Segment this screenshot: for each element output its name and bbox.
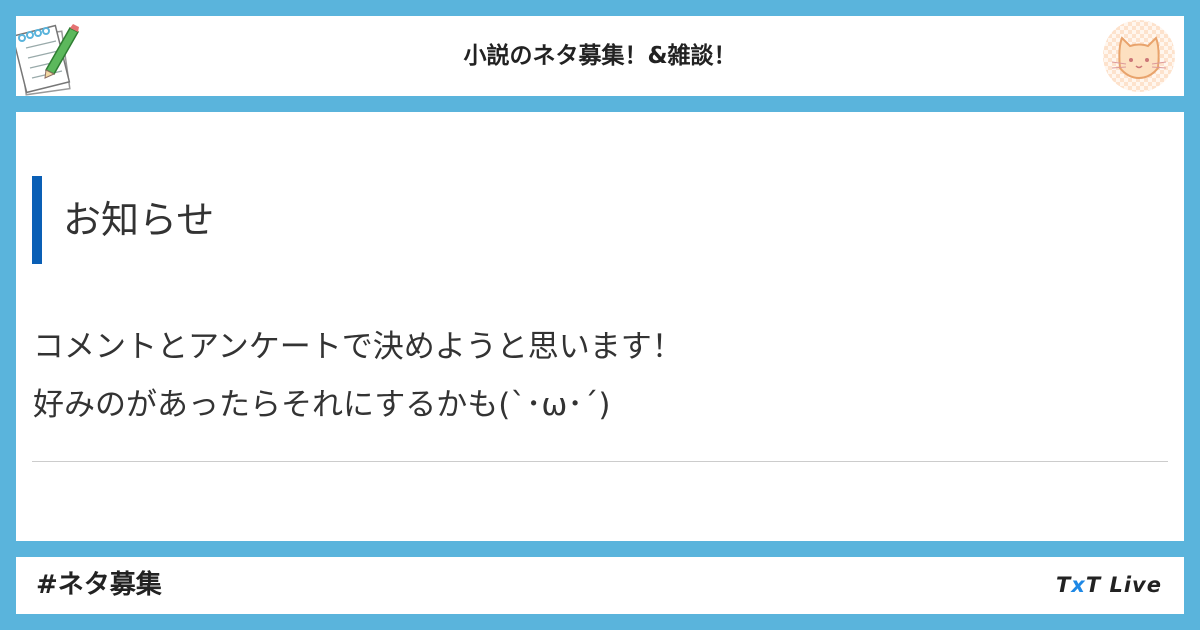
main-card: お知らせ コメントとアンケートで決めようと思います！ 好みのがあったらそれにする… (16, 112, 1184, 541)
header: 小説のネタ募集！&雑談！ (11, 16, 1184, 96)
section-heading: お知らせ (63, 198, 215, 242)
brand-prefix: T (1055, 573, 1072, 597)
body-line: 好みのがあったらそれにするかも(`･ω･´) (33, 387, 611, 423)
heading-accent-bar (32, 176, 42, 264)
body-text: コメントとアンケートで決めようと思います！ 好みのがあったらそれにするかも(`･… (33, 318, 683, 434)
divider (32, 461, 1168, 462)
footer: #ネタ募集 TxT Live (16, 557, 1184, 614)
brand-x: x (1071, 573, 1086, 597)
hashtag-link[interactable]: #ネタ募集 (36, 557, 162, 614)
brand-logo: TxT Live (1056, 557, 1162, 614)
page-title: 小説のネタ募集！&雑談！ (463, 43, 737, 69)
cat-face-icon (1100, 18, 1178, 94)
brand-suffix: T Live (1085, 573, 1162, 597)
body-line: コメントとアンケートで決めようと思います！ (33, 329, 683, 365)
